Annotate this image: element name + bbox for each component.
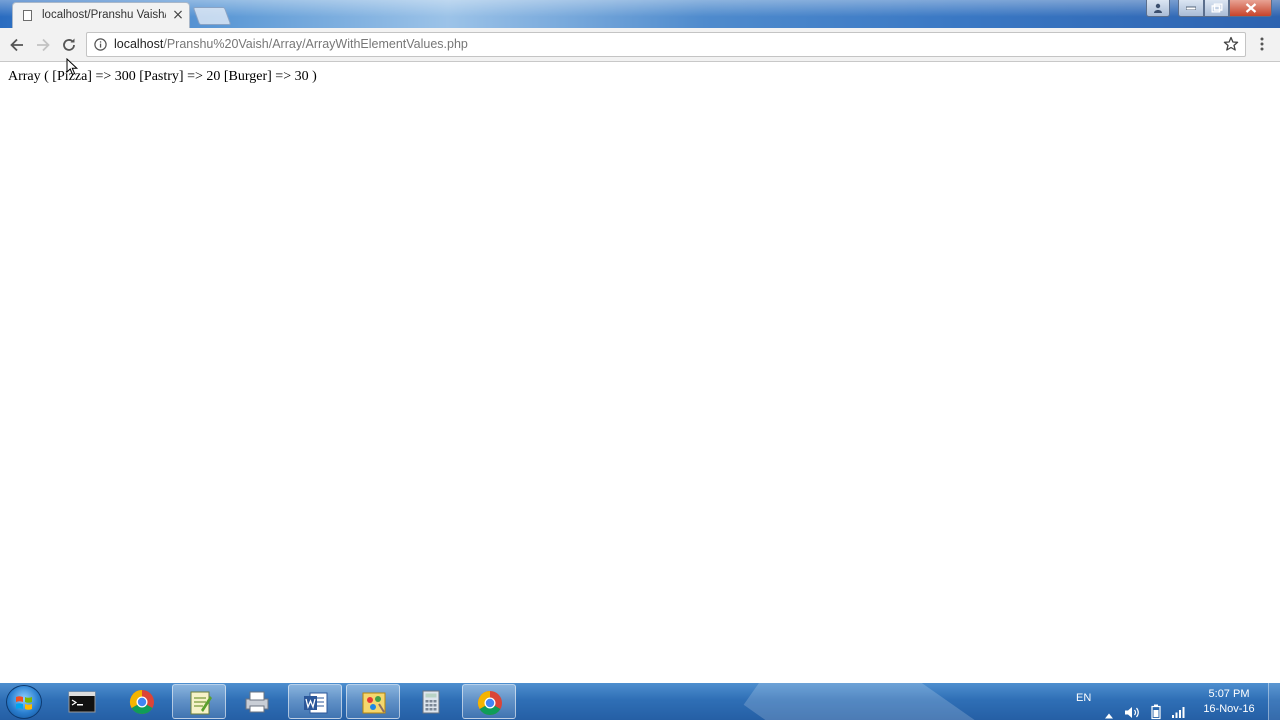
taskbar-paint[interactable]	[346, 684, 400, 719]
language-indicator[interactable]: EN	[1076, 692, 1091, 720]
show-desktop-button[interactable]	[1268, 683, 1280, 720]
browser-titlebar: localhost/Pranshu Vaish/ ×	[0, 0, 1280, 28]
word-icon	[304, 692, 328, 714]
clock-time: 5:07 PM	[1208, 688, 1250, 700]
maximize-button[interactable]	[1204, 0, 1229, 17]
calculator-icon	[422, 690, 440, 714]
start-button[interactable]	[6, 685, 42, 719]
clock-date: 16-Nov-16	[1203, 703, 1255, 715]
forward-icon	[37, 38, 50, 52]
chrome-icon	[477, 691, 502, 716]
star-icon[interactable]	[1223, 36, 1239, 52]
taskbar-chrome[interactable]	[115, 684, 169, 719]
taskbar-notepad[interactable]	[172, 684, 226, 719]
taskbar-chrome-active[interactable]	[462, 684, 516, 719]
taskbar-calculator[interactable]	[404, 684, 458, 719]
notepad-icon	[190, 691, 212, 715]
tab-close-icon[interactable]: ×	[170, 7, 186, 23]
back-button[interactable]	[7, 35, 27, 55]
minimize-button[interactable]	[1178, 0, 1204, 17]
network-signal-icon[interactable]	[1171, 694, 1185, 720]
tab-title: localhost/Pranshu Vaish/	[42, 9, 166, 21]
taskbar-printer[interactable]	[230, 684, 284, 719]
back-icon	[10, 38, 23, 52]
system-clock[interactable]: 5:07 PM 16-Nov-16	[1196, 687, 1262, 720]
battery-icon[interactable]	[1151, 693, 1161, 720]
show-hidden-icons-icon[interactable]	[1104, 697, 1114, 720]
mouse-cursor-icon	[66, 58, 79, 76]
url-path: /Pranshu%20Vaish/Array/ArrayWithElementV…	[163, 37, 468, 51]
paint-icon	[362, 692, 386, 714]
page-favicon-icon	[23, 10, 32, 21]
user-icon	[1154, 3, 1162, 13]
user-profile-button[interactable]	[1146, 0, 1170, 17]
printer-icon	[245, 691, 269, 713]
php-array-output: Array ( [Pizza] => 300 [Pastry] => 20 [B…	[8, 69, 317, 84]
restore-icon	[1211, 3, 1222, 13]
windows-logo-icon	[16, 696, 32, 710]
reload-button[interactable]	[59, 35, 79, 55]
toolbar-overflow-edge	[1276, 30, 1280, 60]
browser-tab[interactable]: localhost/Pranshu Vaish/ ×	[12, 2, 190, 28]
close-icon	[1245, 3, 1256, 13]
address-bar[interactable]: localhost/Pranshu%20Vaish/Array/ArrayWit…	[86, 32, 1246, 57]
close-window-button[interactable]	[1229, 0, 1272, 17]
volume-icon[interactable]	[1124, 694, 1140, 720]
chrome-icon	[129, 690, 154, 715]
new-tab-button[interactable]	[192, 7, 232, 25]
url-host: localhost	[114, 37, 164, 51]
windows-taskbar: EN 5:07 PM 16-Nov-16	[0, 683, 1280, 720]
forward-button[interactable]	[33, 35, 53, 55]
url-text: localhost/Pranshu%20Vaish/Array/ArrayWit…	[114, 37, 468, 51]
minimize-icon	[1186, 6, 1196, 10]
browser-toolbar: localhost/Pranshu%20Vaish/Array/ArrayWit…	[0, 28, 1280, 62]
command-prompt-icon	[68, 691, 96, 713]
info-icon[interactable]	[94, 38, 107, 51]
taskbar-command-prompt[interactable]	[55, 684, 109, 719]
menu-icon[interactable]	[1258, 36, 1266, 52]
taskbar-word[interactable]	[288, 684, 342, 719]
reload-icon	[63, 38, 75, 51]
